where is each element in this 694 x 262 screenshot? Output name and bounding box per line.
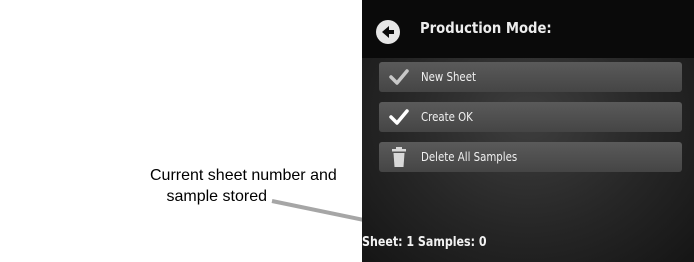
status-line: Sheet: 1 Samples: 0 [362,235,487,250]
check-icon [389,109,409,125]
title-bar: Production Mode: [362,0,694,58]
create-ok-button[interactable]: Create OK [379,102,682,132]
annotation-line-2: sample stored [166,188,268,205]
samples-label: Samples: [417,235,476,250]
page-title: Production Mode: [420,19,552,37]
new-sheet-label: New Sheet [421,70,476,84]
arrow-left-circle-icon [382,26,394,38]
trash-icon [392,147,406,167]
delete-all-samples-button[interactable]: Delete All Samples [379,142,682,172]
check-icon [389,69,409,85]
device-screen: Production Mode: New Sheet Create OK Del… [362,0,694,262]
delete-all-samples-label: Delete All Samples [421,150,518,164]
sheet-label: Sheet: [362,235,403,250]
samples-count: 0 [478,235,487,250]
create-ok-label: Create OK [421,110,473,124]
sheet-number: 1 [406,235,415,250]
new-sheet-button[interactable]: New Sheet [379,62,682,92]
back-button[interactable] [376,20,400,44]
annotation-callout: Current sheet number and sample stored [150,165,337,207]
annotation-line-1: Current sheet number and [150,167,337,184]
